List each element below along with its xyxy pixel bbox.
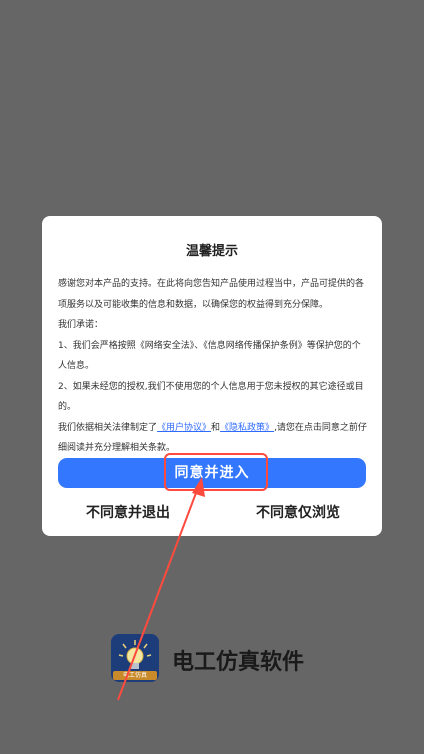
promise-item-1: 1、我们会严格按照《网络安全法》、《信息网络传播保护条例》等保护您的个人信息。 xyxy=(58,340,361,372)
app-name: 电工仿真软件 xyxy=(172,650,305,675)
intro-text: 感谢您对本产品的支持。在此将向您告知产品使用过程当中，产品可提供的各项服务以及可… xyxy=(58,279,365,310)
privacy-policy-link[interactable]: 《隐私政策》 xyxy=(220,423,274,433)
legal-and: 和 xyxy=(211,422,221,433)
user-agreement-link[interactable]: 《用户协议》 xyxy=(157,423,211,433)
app-icon: 电工仿真 xyxy=(111,634,159,682)
privacy-dialog: 温馨提示 感谢您对本产品的支持。在此将向您告知产品使用过程当中，产品可提供的各项… xyxy=(42,216,382,536)
disagree-browse-button[interactable]: 不同意仅浏览 xyxy=(256,502,340,522)
dialog-title: 温馨提示 xyxy=(185,244,238,259)
promise-heading: 我们承诺： xyxy=(58,320,104,330)
app-icon-label: 电工仿真 xyxy=(113,671,157,680)
promise-item-2: 2、如果未经您的授权,我们不使用您的个人信息用于您未授权的其它途径或目的。 xyxy=(58,381,364,413)
legal-prefix: 我们依据相关法律制定了 xyxy=(58,422,158,433)
dialog-body: 感谢您对本产品的支持。在此将向您告知产品使用过程当中，产品可提供的各项服务以及可… xyxy=(58,274,368,459)
disagree-exit-button[interactable]: 不同意并退出 xyxy=(86,502,170,522)
highlight-box xyxy=(164,453,268,491)
